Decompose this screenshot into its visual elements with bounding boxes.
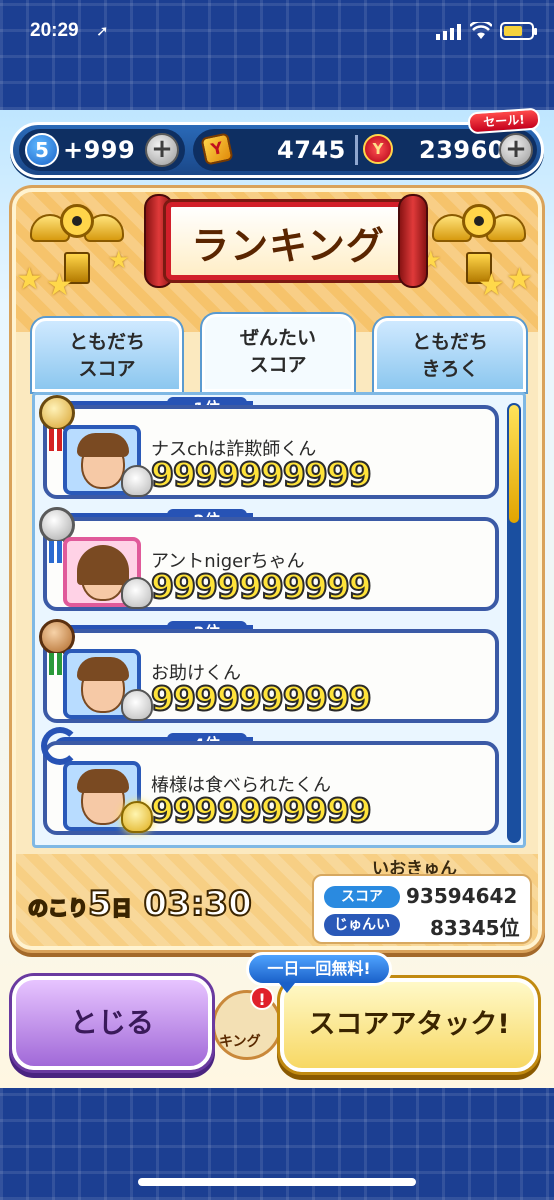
coin-currency-group: Y 4745 Y 23960 +: [193, 129, 537, 171]
note-value: +999: [63, 136, 136, 164]
wifi-icon: [470, 22, 492, 39]
ranking-row[interactable]: 4位 椿様は食べられたくん 9999999999: [41, 727, 499, 835]
ranking-row[interactable]: 2位 アントnigerちゃん 9999999999: [39, 507, 499, 611]
remaining-clock: 03:30: [143, 883, 253, 925]
coin-value: 4745: [277, 136, 346, 164]
star-icon: ★: [108, 246, 130, 274]
remaining-days: 5: [87, 883, 113, 925]
score-attack-button[interactable]: スコアアタック!: [280, 978, 538, 1072]
gem-value: 23960: [419, 136, 505, 164]
status-bar: 20:29 ➚: [0, 0, 554, 62]
note-icon: 5: [25, 133, 59, 167]
star-icon: ★: [46, 268, 73, 303]
scrollbar-thumb[interactable]: [509, 405, 519, 523]
notification-badge: !: [250, 986, 274, 1010]
page-title: ランキング: [191, 224, 385, 268]
ranking-menu-icon-text: キング: [219, 1034, 261, 1050]
player-score: 9999999999: [150, 790, 373, 831]
remaining-days-unit: 日: [111, 895, 133, 921]
ranking-row[interactable]: 3位 お助けくん 9999999999: [39, 619, 499, 723]
add-note-button[interactable]: +: [145, 133, 179, 167]
my-rank-label: じゅんい: [324, 914, 400, 936]
star-icon: ★: [506, 262, 533, 297]
ranking-panel: ★ ★ ★ ★ ★ ★ ランキング ともだち スコア ぜんたい スコア ともだち…: [12, 188, 542, 950]
currency-bar: 5 +999 + Y 4745 Y 23960 +: [10, 122, 544, 178]
medal-ribbon-icon: [49, 429, 63, 451]
add-gem-button[interactable]: +: [499, 133, 533, 167]
tab-friends-record[interactable]: ともだち きろく: [374, 318, 526, 392]
star-icon: ★: [478, 268, 505, 303]
close-button[interactable]: とじる: [12, 976, 212, 1070]
my-score-label: スコア: [324, 886, 400, 908]
location-arrow-icon: ➚: [96, 22, 109, 40]
tab-label-line1: ぜんたい: [239, 327, 316, 349]
my-score-value: 93594642: [406, 884, 518, 908]
star-icon: ★: [16, 262, 43, 297]
free-once-a-day-badge: 一日一回無料!: [246, 952, 392, 993]
title-banner: ランキング: [166, 202, 410, 280]
note-currency-group: 5 +999 +: [19, 129, 185, 171]
gem-icon: Y: [363, 134, 393, 164]
remaining-time: のこり5日 03:30: [27, 883, 253, 925]
tab-label-line2: スコア: [249, 354, 307, 376]
status-time: 20:29: [30, 20, 79, 41]
signal-icon: [436, 24, 461, 40]
tab-label-line1: ともだち: [411, 331, 488, 353]
tab-label-line1: ともだち: [68, 331, 145, 353]
swirl-icon: [41, 727, 79, 765]
medal-ribbon-icon: [49, 541, 63, 563]
mask-icon: [121, 689, 153, 721]
battery-icon: [500, 22, 537, 40]
ranking-list[interactable]: 1位 ナスchは詐欺師くん 9999999999 2位 アントnigerちゃん …: [32, 392, 526, 848]
tab-overall-score[interactable]: ぜんたい スコア: [202, 314, 354, 392]
currency-divider: [355, 135, 358, 165]
coin-icon: Y: [200, 132, 234, 166]
medal-ribbon-icon: [49, 653, 63, 675]
gold-mask-icon: [121, 801, 153, 833]
tab-label-line2: きろく: [421, 358, 479, 380]
mask-icon: [121, 465, 153, 497]
player-score: 9999999999: [150, 678, 373, 719]
player-score: 9999999999: [150, 454, 373, 495]
ranking-row[interactable]: 1位 ナスchは詐欺師くん 9999999999: [39, 395, 499, 499]
tab-label-line2: スコア: [78, 358, 136, 380]
my-record-box: スコア 93594642 じゅんい 83345位: [312, 874, 532, 944]
mask-icon: [121, 577, 153, 609]
scroll-roll-right: [398, 194, 428, 288]
ranking-info-bar: のこり5日 03:30 いおきゅん スコア 93594642 じゅんい 8334…: [16, 854, 538, 946]
tab-friends-score[interactable]: ともだち スコア: [32, 318, 182, 392]
home-indicator[interactable]: [138, 1178, 416, 1186]
remaining-prefix: のこり: [27, 895, 89, 921]
player-score: 9999999999: [150, 566, 373, 607]
my-rank-value: 83345位: [430, 916, 520, 940]
